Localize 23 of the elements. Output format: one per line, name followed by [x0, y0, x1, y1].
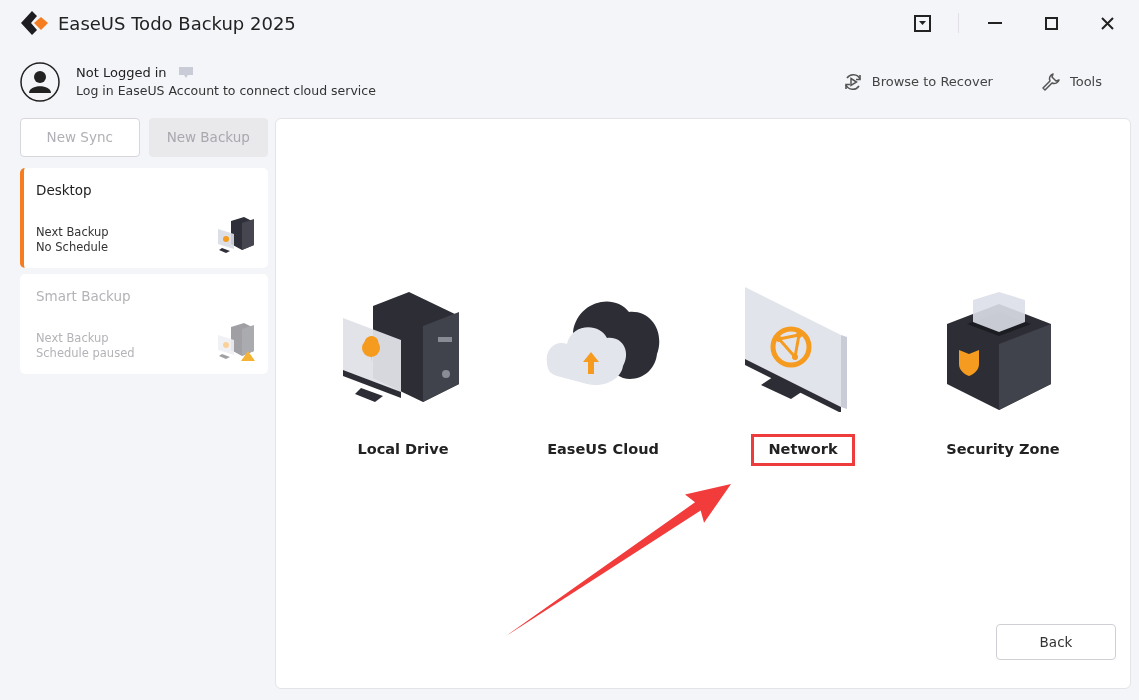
toolbar-button[interactable]: Browse to Recover [842, 72, 993, 92]
destination-option[interactable]: Security Zone [929, 434, 1077, 466]
destination-option[interactable]: Local Drive [340, 434, 466, 466]
login-message[interactable]: Log in EaseUS Account to connect cloud service [76, 82, 376, 102]
schedule-status: No Schedule [36, 240, 109, 256]
toolbar-button[interactable]: Tools [1040, 72, 1102, 92]
recover-icon [842, 72, 863, 92]
window-title: EaseUS Todo Backup 2025 [58, 11, 296, 36]
avatar-icon[interactable] [20, 62, 60, 102]
task-name: Desktop [36, 181, 93, 200]
schedule-status: Schedule paused [36, 346, 135, 362]
next-backup-label: Next Backup [36, 225, 109, 241]
computer-icon [216, 217, 256, 256]
logo-icon [20, 8, 50, 38]
destination-option[interactable]: EaseUS Cloud [530, 434, 676, 466]
next-backup-label: Next Backup [36, 331, 110, 347]
back-button[interactable]: Back [996, 624, 1116, 660]
computer-icon [216, 323, 256, 362]
login-status: Not Logged in [76, 63, 167, 82]
task-name: Smart Backup [36, 287, 132, 306]
backup-task-card[interactable]: Desktop Next Backup No Schedule [20, 168, 268, 268]
wrench-icon [1040, 72, 1061, 92]
destination-option[interactable]: Network [751, 434, 855, 466]
